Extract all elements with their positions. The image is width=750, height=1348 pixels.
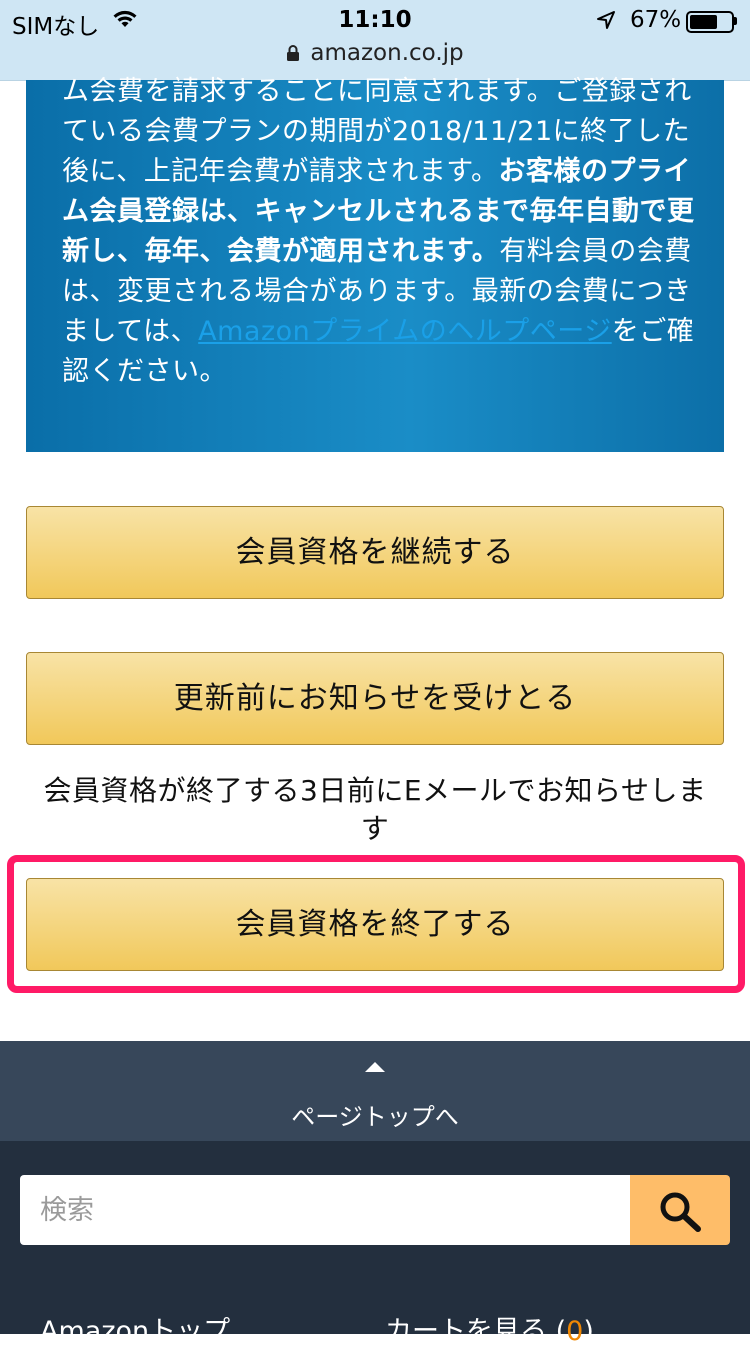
search-input[interactable]	[20, 1175, 632, 1245]
battery-fill	[690, 15, 717, 29]
battery-cap	[734, 17, 737, 25]
url-text: amazon.co.jp	[310, 40, 464, 66]
location-arrow-icon	[596, 10, 616, 34]
search-icon	[660, 1192, 701, 1232]
view-cart-close: )	[583, 1316, 594, 1347]
back-to-top-label: ページトップへ	[291, 1103, 459, 1131]
status-bar: SIMなし 11:10 67% amazon.co.jp	[0, 0, 750, 81]
battery-icon	[686, 11, 734, 33]
battery-percent: 67%	[630, 7, 682, 33]
cart-count: 0	[566, 1316, 584, 1347]
prime-info-box: ム会費を請求することに同意されます。ご登録されている会費プランの期間が2018/…	[26, 76, 724, 452]
search-button[interactable]	[630, 1175, 730, 1245]
prime-info-text: ム会費を請求することに同意されます。ご登録されている会費プランの期間が2018/…	[62, 72, 702, 392]
footer: Amazonトップ カートを見る (0)	[0, 1141, 750, 1347]
view-cart-label: カートを見る (	[385, 1316, 567, 1347]
lock-icon	[286, 42, 300, 68]
prime-help-link[interactable]: Amazonプライムのヘルプページ	[198, 316, 612, 347]
end-membership-button[interactable]: 会員資格を終了する	[26, 878, 724, 971]
triangle-up-icon	[365, 1062, 385, 1072]
continue-membership-button[interactable]: 会員資格を継続する	[26, 506, 724, 599]
address-bar[interactable]: amazon.co.jp	[0, 40, 750, 68]
notify-description: 会員資格が終了する3日前にEメールでお知らせします	[43, 774, 707, 845]
amazon-top-link[interactable]: Amazonトップ	[40, 1309, 230, 1348]
notify-before-renewal-button[interactable]: 更新前にお知らせを受けとる	[26, 652, 724, 745]
view-cart-link[interactable]: カートを見る (0)	[385, 1309, 594, 1348]
back-to-top-link[interactable]: ページトップへ	[0, 1041, 750, 1141]
